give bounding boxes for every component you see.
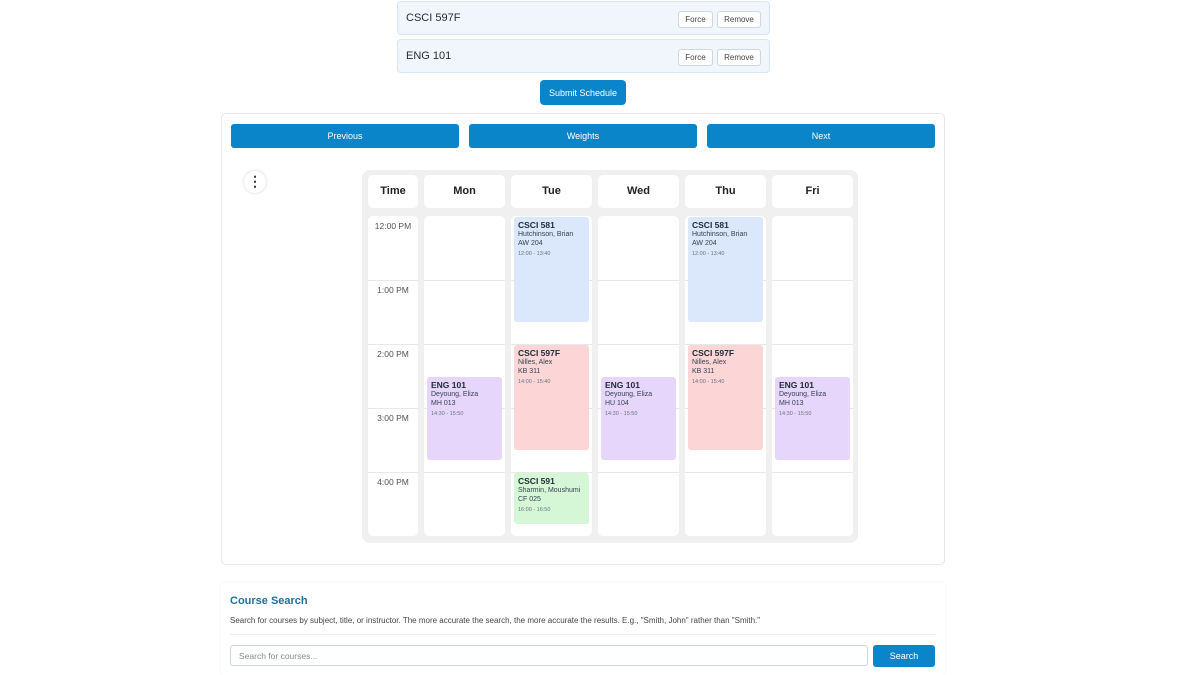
event-room: MH 013	[431, 400, 456, 407]
hour-divider	[685, 472, 766, 473]
hour-divider	[424, 280, 505, 281]
day-header-thu: Thu	[685, 175, 766, 208]
course-search-title: Course Search	[230, 595, 308, 607]
event-instructor: Deyoung, Eliza	[605, 391, 653, 398]
remove-button[interactable]: Remove	[717, 11, 761, 28]
schedule-panel: Previous Weights Next ⋮ Time Mon Tue Wed…	[221, 113, 945, 565]
day-header-fri: Fri	[772, 175, 853, 208]
event-instructor: Sharmin, Moushumi	[518, 487, 581, 494]
day-header-mon: Mon	[424, 175, 505, 208]
event-course-code: ENG 101	[431, 380, 466, 390]
time-label: 1:00 PM	[377, 285, 409, 295]
force-button[interactable]: Force	[678, 11, 713, 28]
previous-button[interactable]: Previous	[231, 124, 459, 148]
time-label: 2:00 PM	[377, 349, 409, 359]
event-instructor: Hutchinson, Brian	[518, 231, 574, 238]
selected-course-row: CSCI 597F Force Remove	[397, 1, 770, 35]
hour-divider	[598, 280, 679, 281]
day-column-tue: CSCI 581 Hutchinson, Brian AW 204 12:00 - 1…	[511, 216, 592, 536]
event-instructor: Nilles, Alex	[518, 359, 553, 366]
hour-divider	[598, 472, 679, 473]
course-search-section: Course Search Search for courses by subj…	[221, 583, 945, 675]
event-course-code: CSCI 591	[518, 476, 555, 486]
event-time: 14:30 - 15:50	[605, 411, 638, 417]
time-column: 12:00 PM 1:00 PM 2:00 PM 3:00 PM 4:00 PM	[368, 216, 418, 536]
submit-schedule-button[interactable]: Submit Schedule	[540, 80, 626, 105]
course-code: ENG 101	[406, 50, 452, 62]
hour-divider	[424, 344, 505, 345]
hour-divider	[424, 472, 505, 473]
event-course-code: ENG 101	[605, 380, 640, 390]
time-label: 4:00 PM	[377, 477, 409, 487]
next-button[interactable]: Next	[707, 124, 935, 148]
event-time: 12:00 - 13:40	[692, 251, 725, 257]
event-course-code: CSCI 581	[692, 220, 729, 230]
hour-divider	[772, 344, 853, 345]
weights-button[interactable]: Weights	[469, 124, 697, 148]
event-room: CF 025	[518, 496, 541, 503]
event-time: 14:30 - 15:50	[431, 411, 464, 417]
course-event[interactable]: CSCI 581 Hutchinson, Brian AW 204 12:00 - 1…	[688, 217, 763, 322]
event-time: 14:00 - 15:40	[518, 379, 551, 385]
event-instructor: Deyoung, Eliza	[431, 391, 479, 398]
time-label: 12:00 PM	[374, 221, 412, 231]
event-room: MH 013	[779, 400, 804, 407]
selected-course-row: ENG 101 Force Remove	[397, 39, 770, 73]
event-time: 14:30 - 15:50	[779, 411, 812, 417]
day-header-wed: Wed	[598, 175, 679, 208]
event-course-code: CSCI 581	[518, 220, 555, 230]
search-button[interactable]: Search	[873, 645, 935, 667]
hour-divider	[598, 344, 679, 345]
day-column-thu: CSCI 581 Hutchinson, Brian AW 204 12:00 - 1…	[685, 216, 766, 536]
event-course-code: ENG 101	[779, 380, 814, 390]
course-event[interactable]: CSCI 597F Nilles, Alex KB 311 14:00 - 15:40	[514, 345, 589, 450]
event-room: AW 204	[518, 240, 543, 247]
force-button[interactable]: Force	[678, 49, 713, 66]
course-event[interactable]: ENG 101 Deyoung, Eliza MH 013 14:30 - 15:50	[775, 377, 850, 461]
divider	[230, 634, 936, 635]
course-event[interactable]: ENG 101 Deyoung, Eliza HU 104 14:30 - 15:50	[601, 377, 676, 461]
event-instructor: Nilles, Alex	[692, 359, 727, 366]
event-time: 12:00 - 13:40	[518, 251, 551, 257]
event-course-code: CSCI 597F	[692, 348, 735, 358]
course-search-description: Search for courses by subject, title, or…	[230, 616, 761, 625]
time-column-header: Time	[368, 175, 418, 208]
event-instructor: Hutchinson, Brian	[692, 231, 748, 238]
day-column-mon: ENG 101 Deyoung, Eliza MH 013 14:30 - 15:50	[424, 216, 505, 536]
event-room: KB 311	[518, 368, 541, 375]
hour-divider	[772, 472, 853, 473]
more-vertical-icon[interactable]: ⋮	[244, 171, 266, 193]
course-code: CSCI 597F	[406, 12, 461, 24]
event-time: 16:00 - 16:50	[518, 507, 551, 513]
event-course-code: CSCI 597F	[518, 348, 561, 358]
event-instructor: Deyoung, Eliza	[779, 391, 827, 398]
hour-divider	[772, 280, 853, 281]
day-column-wed: ENG 101 Deyoung, Eliza HU 104 14:30 - 15:50	[598, 216, 679, 536]
time-label: 3:00 PM	[377, 413, 409, 423]
schedule-calendar: Time Mon Tue Wed Thu Fri 12:00 PM 1:00 P…	[362, 170, 858, 543]
course-search-input[interactable]	[230, 645, 868, 666]
day-column-fri: ENG 101 Deyoung, Eliza MH 013 14:30 - 15:50	[772, 216, 853, 536]
course-event[interactable]: CSCI 581 Hutchinson, Brian AW 204 12:00 - 1…	[514, 217, 589, 322]
course-event[interactable]: ENG 101 Deyoung, Eliza MH 013 14:30 - 15:50	[427, 377, 502, 461]
day-header-tue: Tue	[511, 175, 592, 208]
event-time: 14:00 - 15:40	[692, 379, 725, 385]
course-event[interactable]: CSCI 591 Sharmin, Moushumi CF 025 16:00 - 1…	[514, 473, 589, 525]
event-room: HU 104	[605, 400, 629, 407]
remove-button[interactable]: Remove	[717, 49, 761, 66]
course-event[interactable]: CSCI 597F Nilles, Alex KB 311 14:00 - 15:40	[688, 345, 763, 450]
event-room: AW 204	[692, 240, 717, 247]
event-room: KB 311	[692, 368, 715, 375]
